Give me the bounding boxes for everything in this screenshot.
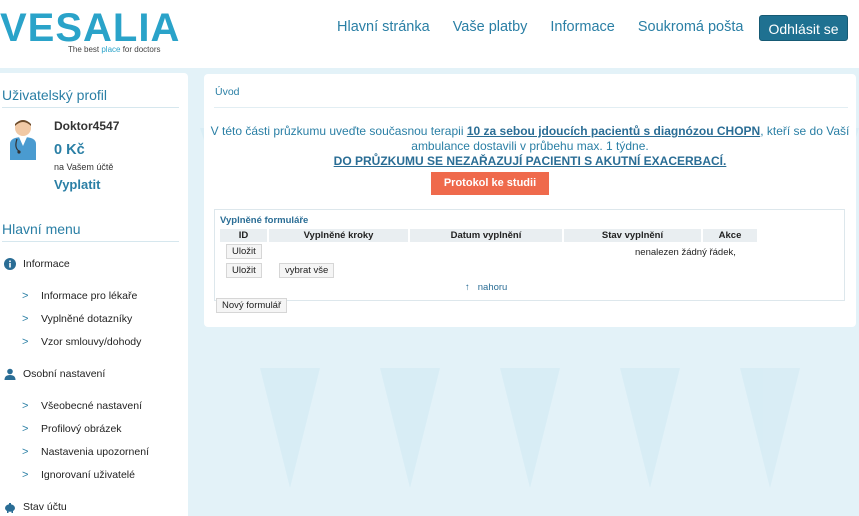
completed-forms-panel: Vyplněné formuláře ID Vyplněné kroky Dat… [214,209,845,301]
nav-home[interactable]: Hlavní stránka [337,19,430,35]
profile-heading: Uživatelský profil [2,87,108,103]
sidebar-item-doctor-info[interactable]: > Informace pro lékaře [22,290,137,302]
chevron-right-icon: > [22,469,29,481]
nav-private-mail[interactable]: Soukromá pošta [638,19,744,35]
menu-section-information[interactable]: Informace [4,258,70,270]
study-protocol-button[interactable]: Protokol ke studii [431,172,549,195]
chevron-right-icon: > [22,400,29,412]
piggy-bank-icon [5,503,15,513]
account-balance: 0 Kč [54,142,85,158]
main-menu-heading: Hlavní menu [2,221,81,237]
breadcrumb[interactable]: Úvod [215,86,240,98]
person-icon [4,368,16,380]
chevron-right-icon: > [22,423,29,435]
no-rows-message: nenalezen žádný řádek, [635,247,736,258]
chevron-right-icon: > [22,446,29,458]
sidebar-item-notification-settings[interactable]: > Nastavenia upozornení [22,446,149,458]
username: Doktor4547 [54,119,120,133]
nav-payments[interactable]: Vaše platby [453,19,528,35]
logo-text: VESALIA [0,6,181,50]
divider [2,107,179,108]
info-icon [4,258,16,270]
arrow-up-icon: ↑ [465,282,470,293]
chevron-right-icon: > [22,290,29,302]
divider [2,241,179,242]
menu-section-personal-settings[interactable]: Osobní nastavení [4,368,105,380]
sidebar-item-general-settings[interactable]: > Všeobecné nastavení [22,400,142,412]
payout-link[interactable]: Vyplatit [54,177,100,192]
survey-intro: V této části průzkumu uveďte současnou t… [210,124,850,168]
sidebar-item-profile-picture[interactable]: > Profilový obrázek [22,423,122,435]
header: VESALIA The best place for doctors Hlavn… [0,0,859,68]
column-header-status[interactable]: Stav vyplnění [564,229,701,242]
balance-caption: na Vašem účtě [54,162,114,172]
column-header-id[interactable]: ID [220,229,267,242]
back-to-top-link[interactable]: ↑ nahoru [465,282,507,293]
logo-tagline: The best place for doctors [68,45,161,54]
divider [214,107,848,108]
sidebar-item-completed-questionnaires[interactable]: > Vyplněné dotazníky [22,313,132,325]
logout-button[interactable]: Odhlásit se [759,15,848,41]
top-nav: Hlavní stránka Vaše platby Informace Sou… [337,19,766,35]
nav-information[interactable]: Informace [550,19,614,35]
column-header-steps[interactable]: Vyplněné kroky [269,229,408,242]
exacerbation-warning: DO PRŮZKUMU SE NEZAŘAZUJÍ PACIENTI S AKU… [333,154,727,168]
patients-diagnosis-link[interactable]: 10 za sebou jdoucích pacientů s diagnózo… [467,124,760,138]
chevron-right-icon: > [22,336,29,348]
save-button[interactable]: Uložit [226,244,262,259]
chevron-right-icon: > [22,313,29,325]
menu-section-account-status[interactable]: Stav účtu [4,501,67,513]
select-all-button[interactable]: vybrat vše [279,263,335,278]
column-header-date[interactable]: Datum vyplnění [410,229,562,242]
forms-title: Vyplněné formuláře [220,215,309,226]
forms-table-header: ID Vyplněné kroky Datum vyplnění Stav vy… [220,229,759,242]
doctor-avatar-icon [10,120,36,160]
main-panel: Úvod V této části průzkumu uveďte součas… [204,74,856,327]
new-form-button[interactable]: Nový formulář [216,298,288,313]
save-button-bottom[interactable]: Uložit [226,263,262,278]
sidebar-item-contract-template[interactable]: > Vzor smlouvy/dohody [22,336,141,348]
column-header-actions[interactable]: Akce [703,229,757,242]
sidebar-item-ignored-users[interactable]: > Ignorovaní uživatelé [22,469,135,481]
sidebar: Uživatelský profil Doktor4547 0 Kč na Va… [0,73,188,516]
vesalia-logo[interactable]: VESALIA The best place for doctors [0,6,179,62]
